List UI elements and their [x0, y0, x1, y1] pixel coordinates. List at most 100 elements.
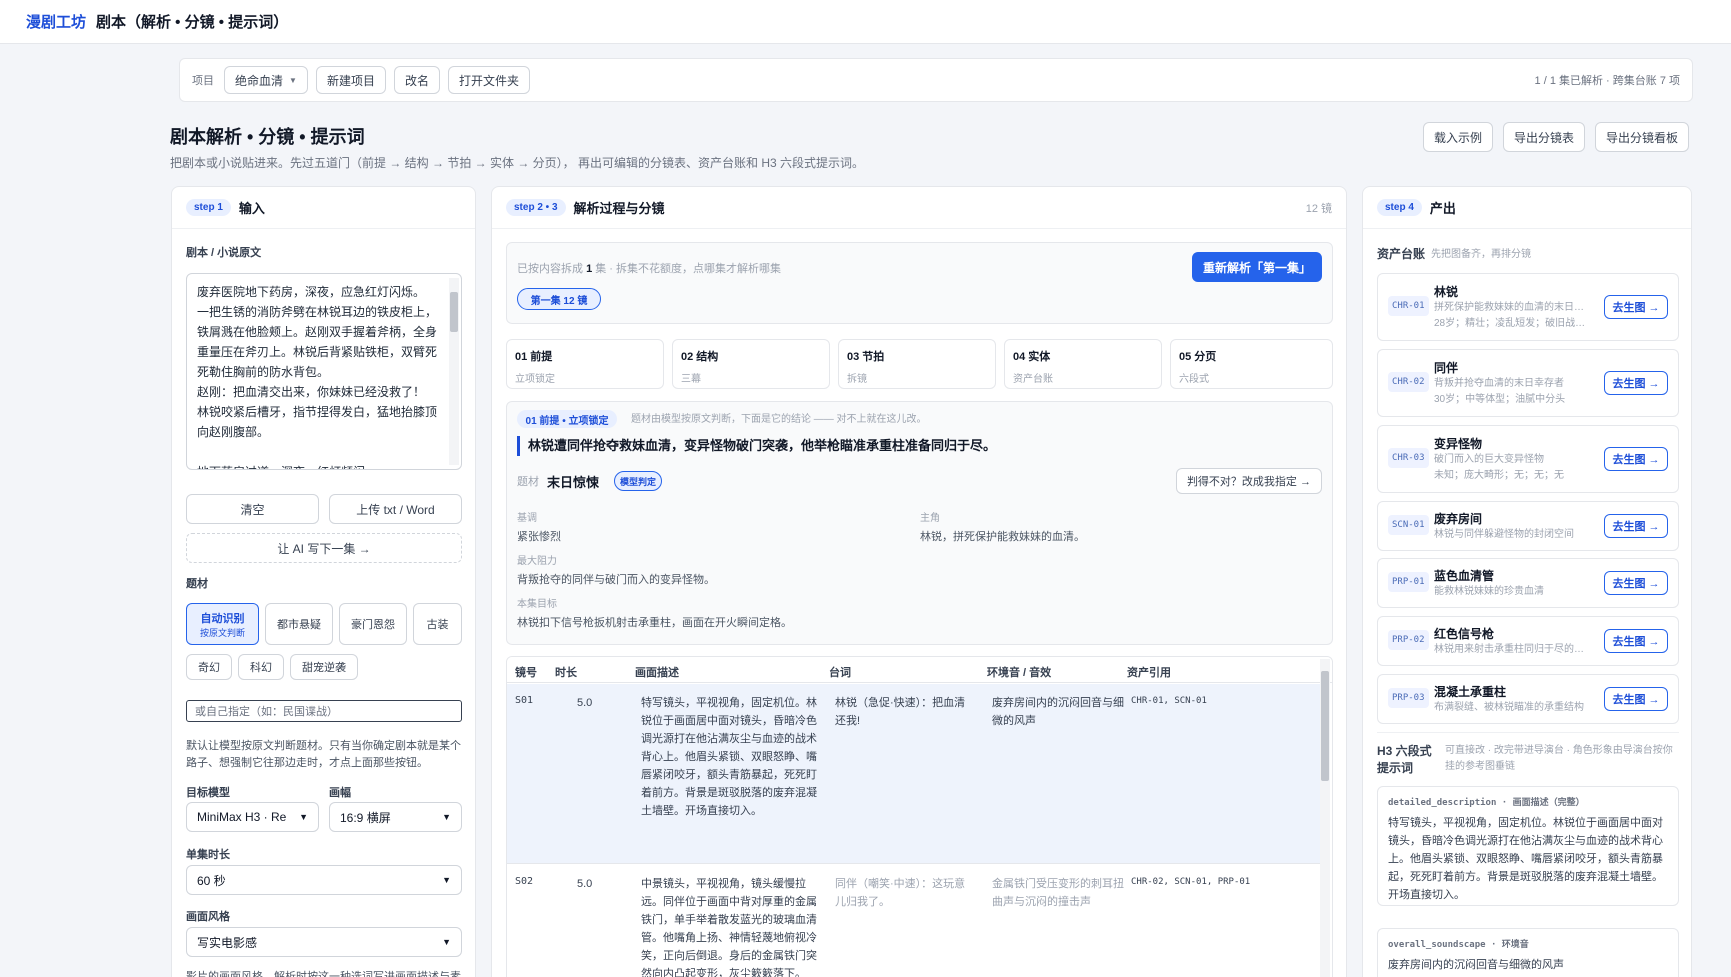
- genre-chip[interactable]: 古装: [413, 603, 462, 645]
- row-id: S02: [515, 876, 534, 887]
- stage-title: 05 分页: [1179, 351, 1217, 363]
- col-id: 镜号: [515, 667, 537, 679]
- divider: [1377, 732, 1679, 733]
- row-sound[interactable]: 废弃房间内的沉闷回音与细微的风声: [992, 694, 1126, 730]
- row-description[interactable]: 特写镜头，平视视角，固定机位。林锐位于画面居中面对镜头，昏暗冷色调光源打在他沾满…: [641, 694, 827, 820]
- source-paragraph: 地下药房过道，深夜，红灯频闪。: [197, 462, 439, 469]
- generate-image-button[interactable]: 去生图 →: [1604, 571, 1668, 595]
- generate-image-button[interactable]: 去生图 →: [1604, 447, 1668, 471]
- prompt-card[interactable]: overall_soundscape · 环境音 废弃房间内的沉闷回音与细微的风…: [1377, 928, 1679, 977]
- generate-image-button[interactable]: 去生图 →: [1604, 371, 1668, 395]
- chevron-down-icon: ▼: [299, 812, 308, 822]
- ledger-label: 资产台账: [1377, 247, 1426, 261]
- export-board-button[interactable]: 导出分镜看板: [1594, 122, 1689, 152]
- prompt-value[interactable]: 特写镜头，平视视角，固定机位。林锐位于画面居中面对镜头，昏暗冷色调光源打在他沾满…: [1388, 814, 1668, 904]
- genre-chip[interactable]: 科幻: [238, 654, 284, 680]
- clear-button[interactable]: 清空: [186, 494, 319, 524]
- stage-subtitle: 立项锁定: [515, 374, 555, 385]
- row-assets[interactable]: CHR-02, SCN-01, PRP-01: [1131, 873, 1250, 891]
- aspect-select-value: 16:9 横屏: [340, 810, 391, 825]
- prompt-label: H3 六段式提示词: [1377, 744, 1432, 775]
- asset-id: CHR-03: [1388, 448, 1429, 468]
- stage-beats[interactable]: 03 节拍 拆镜: [838, 339, 996, 389]
- generate-image-button[interactable]: 去生图 →: [1604, 629, 1668, 653]
- asset-name: 同伴: [1434, 361, 1459, 375]
- reparse-button[interactable]: 重新解析「第一集」: [1192, 252, 1322, 282]
- project-select[interactable]: 绝命血清 ▼: [224, 66, 308, 94]
- asset-card: CHR-02 同伴 背叛并抢夺血清的末日幸存者 30岁；中等体型；油腻中分头 去…: [1377, 349, 1679, 417]
- row-duration[interactable]: 5.0: [577, 875, 592, 893]
- export-storyboard-button[interactable]: 导出分镜表: [1502, 122, 1585, 152]
- asset-id: PRP-01: [1388, 572, 1429, 592]
- asset-card: SCN-01 废弃房间 林锐与同伴躲避怪物的封闭空间 去生图 →: [1377, 501, 1679, 551]
- stage-paging[interactable]: 05 分页 六段式: [1170, 339, 1333, 389]
- open-folder-button[interactable]: 打开文件夹: [447, 66, 530, 94]
- new-project-button[interactable]: 新建项目: [315, 66, 386, 94]
- row-description[interactable]: 中景镜头，平视视角，镜头缓慢拉远。同伴位于画面中背对厚重的金属铁门，单手举着散发…: [641, 875, 827, 977]
- generate-image-button[interactable]: 去生图 →: [1604, 295, 1668, 319]
- genre-auto-sublabel: 按原文判断: [199, 627, 245, 638]
- prompt-card[interactable]: detailed_description · 画面描述（完整） 特写镜头，平视视…: [1377, 786, 1679, 906]
- custom-genre-input[interactable]: 或自己指定（如：民国谍战）: [186, 700, 462, 722]
- stage-structure[interactable]: 02 结构三幕: [672, 339, 830, 389]
- source-textarea[interactable]: 废弃医院地下药房，深夜，应急红灯闪烁。 一把生锈的消防斧劈在林锐耳边的铁皮柜上，…: [186, 273, 462, 470]
- row-assets[interactable]: CHR-01, SCN-01: [1131, 692, 1207, 710]
- asset-desc: 拼死保护能救妹妹的血清的末日幸存者: [1434, 302, 1586, 313]
- stage-premise[interactable]: 01 前提立项锁定: [506, 339, 664, 389]
- generate-image-button[interactable]: 去生图 →: [1604, 687, 1668, 711]
- asset-name: 变异怪物: [1434, 437, 1483, 451]
- style-select[interactable]: 写实电影感 ▼: [186, 927, 462, 957]
- scrollbar-thumb[interactable]: [1321, 671, 1329, 781]
- table-row[interactable]: S01 5.0 特写镜头，平视视角，固定机位。林锐位于画面居中面对镜头，昏暗冷色…: [507, 684, 1320, 864]
- project-bar: 项目 绝命血清 ▼ 新建项目 改名 打开文件夹 1 / 1 集已解析 · 跨集台账…: [179, 58, 1693, 102]
- section-subheading: 把剧本或小说贴进来。先过五道门（前提 → 结构 → 节拍 → 实体 → 分页），…: [170, 156, 865, 170]
- prompt-hint: 可直接改 · 改完带进导演台 · 角色形象由导演台按你挂的参考图垂链: [1445, 745, 1673, 772]
- caret-down-icon: ▼: [289, 75, 297, 85]
- genre-auto-label: 自动识别: [200, 612, 245, 625]
- table-row[interactable]: S02 5.0 中景镜头，平视视角，镜头缓慢拉远。同伴位于画面中背对厚重的金属铁…: [507, 865, 1320, 977]
- output-panel: step 4 产出 资产台账 先把图备齐，再排分镜 CHR-01 林锐 拼死保护…: [1362, 186, 1692, 977]
- model-judged-tag: 模型判定: [614, 471, 662, 491]
- genre-auto-chip[interactable]: 自动识别 按原文判断: [186, 603, 259, 645]
- table-scrollbar[interactable]: [1320, 659, 1330, 977]
- col-line: 台词: [829, 667, 851, 679]
- ai-next-episode-button[interactable]: 让 AI 写下一集 →: [186, 533, 462, 563]
- genre-chip[interactable]: 豪门恩怨: [339, 603, 407, 645]
- prompt-key: detailed_description · 画面描述（完整）: [1388, 798, 1585, 808]
- genre-chip[interactable]: 都市悬疑: [265, 603, 333, 645]
- stage-subtitle: 三幕: [681, 374, 701, 385]
- model-label: 目标模型: [186, 787, 230, 799]
- duration-select[interactable]: 60 秒 ▼: [186, 865, 462, 895]
- generate-image-button[interactable]: 去生图 →: [1604, 514, 1668, 538]
- chevron-down-icon: ▼: [442, 937, 451, 947]
- app-header: 漫剧工坊 剧本（解析 • 分镜 • 提示词）: [0, 0, 1731, 44]
- source-paragraph: 废弃医院地下药房，深夜，应急红灯闪烁。 一把生锈的消防斧劈在林锐耳边的铁皮柜上，…: [197, 285, 438, 439]
- stage-title: 02 结构: [681, 351, 719, 363]
- row-line[interactable]: 同伴（嘲笑·中速）：这玩意儿归我了。: [835, 875, 975, 911]
- asset-card: CHR-03 变异怪物 破门而入的巨大变异怪物 未知；庞大畸形；无；无；无 去生…: [1377, 425, 1679, 493]
- row-line[interactable]: 林锐（急促·快速）：把血清还我!: [835, 694, 975, 730]
- row-sound[interactable]: 金属铁门受压变形的刺耳扭曲声与沉闷的撞击声: [992, 875, 1126, 911]
- aspect-select[interactable]: 16:9 横屏 ▼: [329, 802, 462, 832]
- scrollbar-thumb[interactable]: [450, 292, 458, 332]
- rename-button[interactable]: 改名: [393, 66, 440, 94]
- stage-title: 01 前提: [515, 351, 553, 363]
- upload-button[interactable]: 上传 txt / Word: [329, 494, 462, 524]
- field-key: 本集目标: [517, 599, 557, 610]
- model-select[interactable]: MiniMax H3 · Re ▼: [186, 802, 319, 832]
- split-note: 已按内容拆成 1 集 · 拆集不花额度，点哪集才解析哪集: [517, 261, 781, 278]
- app-brand[interactable]: 漫剧工坊: [26, 11, 86, 32]
- asset-desc: 28岁；精壮；凌乱短发；破旧战术背心: [1434, 318, 1586, 329]
- prompt-key: overall_soundscape · 环境音: [1388, 940, 1529, 950]
- load-example-button[interactable]: 载入示例: [1422, 122, 1493, 152]
- episode-tab[interactable]: 第一集 12 镜: [517, 288, 601, 310]
- output-panel-header: step 4 产出: [1363, 187, 1691, 229]
- row-duration[interactable]: 5.0: [577, 694, 592, 712]
- prompt-value[interactable]: 废弃房间内的沉闷回音与细微的风声: [1388, 956, 1668, 974]
- genre-chip[interactable]: 奇幻: [186, 654, 232, 680]
- genre-label: 题材: [186, 578, 208, 590]
- textarea-scrollbar[interactable]: [449, 278, 459, 465]
- genre-chip[interactable]: 甜宠逆袭: [290, 654, 358, 680]
- stage-entities[interactable]: 04 实体 资产台账: [1004, 339, 1162, 389]
- override-genre-button[interactable]: 判得不对？改成我指定 →: [1175, 468, 1322, 494]
